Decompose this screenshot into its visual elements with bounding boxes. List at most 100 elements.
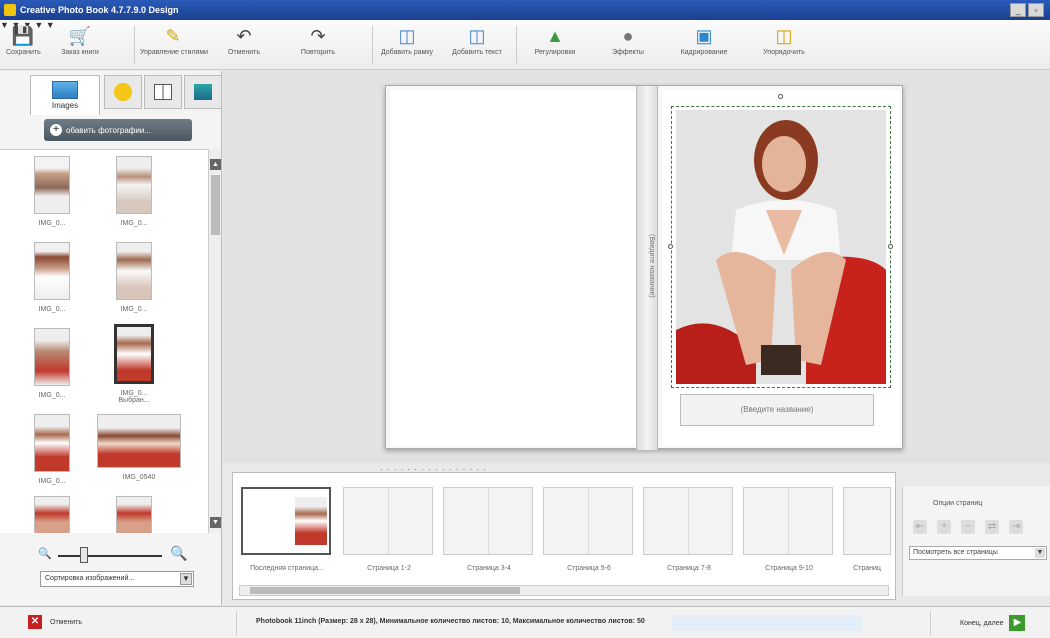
- book-spread: (Введите название) (Введите название): [385, 85, 903, 450]
- left-page[interactable]: [390, 90, 636, 446]
- photo-thumb[interactable]: [114, 496, 154, 533]
- thumb-image: [34, 496, 70, 533]
- tab-clipart[interactable]: [104, 75, 142, 109]
- app-icon: [4, 4, 16, 16]
- photo-thumb[interactable]: [32, 496, 72, 533]
- arrange-button[interactable]: ◫ Упорядочить: [754, 23, 814, 57]
- effects-button[interactable]: ● Эффекты: [604, 23, 652, 57]
- photo-thumb[interactable]: IMG_0...: [32, 242, 72, 313]
- rotate-handle[interactable]: [778, 94, 783, 99]
- book-spine[interactable]: (Введите название): [636, 86, 658, 450]
- scroll-thumb[interactable]: [250, 587, 520, 594]
- cart-icon: 🛒: [68, 25, 92, 46]
- zoom-knob[interactable]: [80, 547, 88, 563]
- undo-button[interactable]: ↶ Отменить: [224, 23, 264, 57]
- toolbar: 💾 Сохранить 🛒 Заказ книги ✎ Управление с…: [0, 20, 1050, 70]
- resize-handle[interactable]: [668, 244, 673, 249]
- panel-tabs: Images: [0, 71, 222, 115]
- page-thumb-selected[interactable]: [241, 487, 331, 555]
- view-all-pages-select[interactable]: Посмотреть все страницы ▼: [909, 546, 1047, 560]
- cancel-button[interactable]: ✕ Отменить: [28, 615, 82, 629]
- thumb-image: [34, 242, 70, 300]
- tab-layouts[interactable]: [144, 75, 182, 109]
- plus-icon: +: [50, 124, 62, 136]
- page-strip-scrollbar[interactable]: [239, 585, 889, 596]
- zoom-out-icon[interactable]: 🔍: [38, 547, 52, 560]
- photo-thumb[interactable]: IMG_0...: [32, 414, 72, 485]
- page-first-icon[interactable]: ⇤: [913, 520, 927, 534]
- page-thumb[interactable]: [743, 487, 833, 555]
- order-book-button[interactable]: 🛒 Заказ книги: [56, 23, 104, 57]
- page-strip: Последняя страница... Страница 1-2 Стран…: [232, 472, 896, 600]
- chevron-down-icon[interactable]: ▼: [1035, 548, 1045, 558]
- page-thumb[interactable]: [643, 487, 733, 555]
- caption-text-box[interactable]: (Введите название): [680, 394, 874, 426]
- main-photo[interactable]: [676, 110, 886, 384]
- page-options-icons: ⇤ + − ⇄ ⇥: [913, 520, 1023, 534]
- tab-backgrounds[interactable]: [184, 75, 222, 109]
- thumb-image: [116, 496, 152, 533]
- photo-image: [676, 110, 886, 384]
- scroll-thumb[interactable]: [211, 175, 220, 235]
- layout-icon: [154, 84, 172, 100]
- thumb-image: [34, 414, 70, 472]
- photo-thumb[interactable]: IMG_0...: [32, 328, 72, 399]
- page-last-icon[interactable]: ⇥: [1009, 520, 1023, 534]
- minimize-button[interactable]: _: [1010, 3, 1026, 17]
- page-options-panel: Опции страниц ⇤ + − ⇄ ⇥ Посмотреть все с…: [902, 486, 1050, 596]
- chevron-down-icon[interactable]: ▼: [180, 573, 192, 585]
- page-delete-icon[interactable]: −: [961, 520, 975, 534]
- page-thumb[interactable]: [843, 487, 891, 555]
- add-frame-icon: ◫: [398, 25, 416, 46]
- crop-icon: ▣: [695, 25, 713, 46]
- add-frame-button[interactable]: ◫ Добавить рамку: [376, 23, 438, 57]
- next-button[interactable]: Конец, далее ▶: [960, 615, 1026, 631]
- zoom-slider[interactable]: 🔍 🔍: [38, 545, 198, 563]
- chevron-down-icon[interactable]: ▼: [46, 20, 55, 30]
- thumb-image: [116, 242, 152, 300]
- editor-canvas: (Введите название) (Введите название): [223, 71, 1050, 463]
- add-text-icon: ◫: [468, 25, 486, 46]
- crop-button[interactable]: ▣ Кадрирование: [672, 23, 736, 57]
- page-thumb[interactable]: [343, 487, 433, 555]
- status-bar: ✕ Отменить Photobook 11inch (Размер: 28 …: [0, 606, 1050, 638]
- page-thumb[interactable]: [543, 487, 633, 555]
- redo-icon: ↷: [310, 25, 326, 46]
- page-thumb[interactable]: [443, 487, 533, 555]
- photo-thumb-selected[interactable]: IMG_0... Выбран...: [114, 324, 154, 404]
- save-button[interactable]: 💾 Сохранить: [6, 23, 41, 57]
- zoom-in-icon[interactable]: 🔍: [170, 545, 187, 562]
- add-text-button[interactable]: ◫ Добавить текст: [446, 23, 508, 57]
- photo-thumb[interactable]: IMG_0540: [96, 414, 182, 481]
- photo-thumb[interactable]: IMG_0...: [32, 156, 72, 227]
- title-bar: Creative Photo Book 4.7.7.9.0 Design _ ▫: [0, 0, 1050, 20]
- tab-images[interactable]: Images: [30, 75, 100, 115]
- adjust-icon: ▲: [546, 25, 564, 46]
- thumb-image: [34, 156, 70, 214]
- resize-handle[interactable]: [888, 244, 893, 249]
- background-icon: [194, 84, 212, 100]
- save-icon: 💾: [11, 25, 35, 46]
- manage-styles-button[interactable]: ✎ Управление стилями: [140, 23, 208, 57]
- thumb-image: [116, 156, 152, 214]
- smiley-icon: [114, 83, 132, 101]
- status-info: Photobook 11inch (Размер: 28 x 28), Мини…: [256, 618, 645, 625]
- thumb-image: [34, 328, 70, 386]
- page-thumb-photo: [295, 497, 327, 545]
- photo-thumb[interactable]: IMG_0...: [114, 242, 154, 313]
- pen-icon: ✎: [165, 25, 181, 46]
- maximize-button[interactable]: ▫: [1028, 3, 1044, 17]
- add-photos-button[interactable]: + обавить фотографии...: [44, 119, 192, 141]
- photo-thumb[interactable]: IMG_0...: [114, 156, 154, 227]
- page-add-icon[interactable]: +: [937, 520, 951, 534]
- sort-images-select[interactable]: Сортировка изображений... ▼: [40, 571, 194, 587]
- effects-icon: ●: [622, 25, 634, 46]
- adjust-button[interactable]: ▲ Регулировки: [526, 23, 584, 57]
- scroll-down-icon[interactable]: ▼: [210, 517, 221, 528]
- thumbnail-scrollbar[interactable]: ▲ ▼: [208, 149, 221, 533]
- page-move-icon[interactable]: ⇄: [985, 520, 999, 534]
- undo-icon: ↶: [236, 25, 252, 46]
- redo-button[interactable]: ↷ Повторить: [270, 23, 366, 57]
- images-icon: [52, 81, 78, 99]
- scroll-up-icon[interactable]: ▲: [210, 159, 221, 170]
